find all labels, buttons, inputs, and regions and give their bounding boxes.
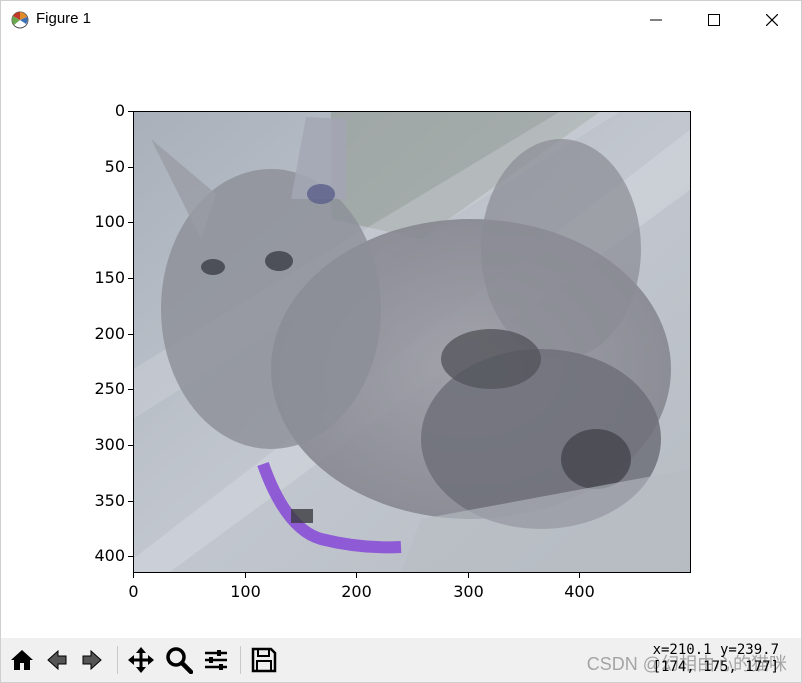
forward-icon — [82, 649, 102, 671]
y-tick-label: 0 — [114, 100, 125, 120]
toolbar-separator — [240, 646, 241, 674]
y-tick-label: 200 — [94, 323, 125, 343]
close-icon — [766, 14, 778, 26]
y-tick-label: 300 — [94, 434, 125, 454]
y-tick-label: 150 — [94, 267, 125, 287]
y-tick-label: 100 — [94, 211, 125, 231]
save-icon — [251, 647, 277, 673]
back-button[interactable] — [41, 644, 73, 676]
figure-window: Figure 1 0 50 100 150 200 250 300 350 40… — [0, 0, 802, 683]
matplotlib-icon — [11, 11, 29, 29]
configure-subplots-button[interactable] — [200, 644, 232, 676]
y-tick-label: 50 — [104, 156, 125, 176]
save-button[interactable] — [248, 644, 280, 676]
x-tick-label: 0 — [128, 582, 139, 601]
x-tick-label: 200 — [341, 582, 372, 601]
configure-subplots-icon — [205, 650, 227, 670]
cursor-coordinates: x=210.1 y=239.7 [174, 175, 177] — [653, 642, 779, 676]
x-tick-label: 400 — [564, 582, 595, 601]
y-tick-label: 250 — [94, 378, 125, 398]
pan-button[interactable] — [125, 644, 157, 676]
pan-icon — [128, 647, 154, 673]
navigation-toolbar: CSDN @幻相由心的猫咪 x=210.1 y=239.7 [174, 175,… — [1, 638, 801, 682]
zoom-button[interactable] — [163, 644, 195, 676]
zoom-icon — [166, 647, 193, 674]
window-title: Figure 1 — [36, 10, 92, 27]
home-button[interactable] — [6, 644, 38, 676]
back-icon — [47, 649, 67, 671]
forward-button[interactable] — [76, 644, 108, 676]
minimize-button[interactable] — [627, 1, 685, 39]
home-icon — [11, 650, 33, 670]
x-ticks — [133, 573, 580, 578]
blended-dog-image — [133, 111, 691, 573]
coords-line-1: x=210.1 y=239.7 — [652, 642, 779, 658]
y-tick-label: 350 — [94, 490, 125, 510]
y-ticks — [128, 111, 133, 557]
x-tick-label: 300 — [453, 582, 484, 601]
y-tick-label: 400 — [94, 545, 125, 565]
maximize-icon — [708, 14, 720, 26]
toolbar-separator — [117, 646, 118, 674]
x-tick-label: 100 — [230, 582, 261, 601]
close-button[interactable] — [743, 1, 801, 39]
coords-line-2: [174, 175, 177] — [652, 659, 779, 675]
maximize-button[interactable] — [685, 1, 743, 39]
figure-canvas[interactable]: 0 50 100 150 200 250 300 350 400 0 100 200 300 400 — [1, 39, 801, 639]
title-bar[interactable]: Figure 1 — [1, 1, 801, 39]
minimize-icon — [650, 19, 662, 21]
